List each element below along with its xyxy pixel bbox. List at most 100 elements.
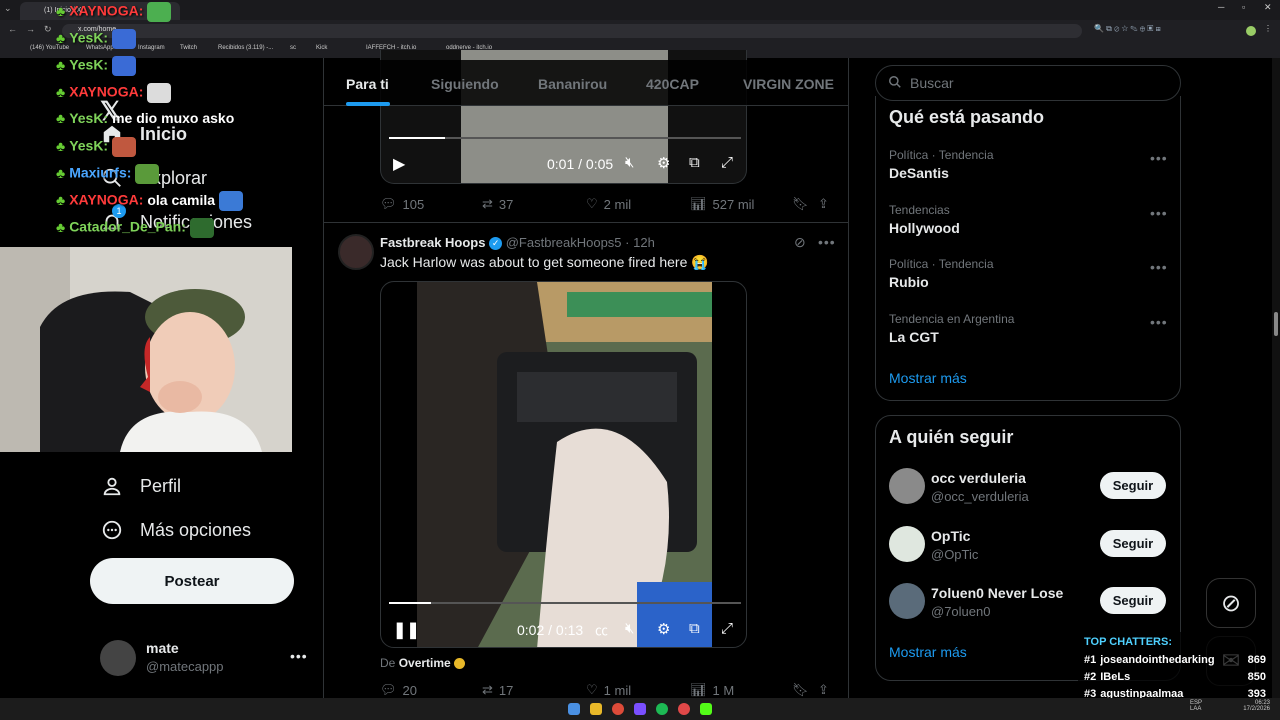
fullscreen-icon[interactable]: ⤢ bbox=[721, 154, 733, 171]
fullscreen-icon[interactable]: ⤢ bbox=[721, 620, 733, 637]
post2-reply[interactable]: 💬︎ 20 bbox=[380, 682, 417, 698]
follow-button[interactable]: Seguir bbox=[1100, 472, 1166, 499]
address-bar[interactable]: x.com/home bbox=[62, 24, 1082, 38]
tab-virgin-zone[interactable]: VIRGIN ZONE bbox=[743, 76, 834, 92]
bookmark-item[interactable]: Recibidos (3.119) -... bbox=[218, 45, 273, 51]
bookmark-icon[interactable]: 🔖︎ bbox=[792, 682, 809, 698]
post1-repost[interactable]: ⇄ 37 bbox=[482, 196, 513, 212]
follow-avatar[interactable] bbox=[889, 583, 925, 619]
post2-video[interactable]: ❚❚ 0:02 / 0:13 ㏄ 🔇︎ ⚙ ⧉ ⤢ bbox=[380, 281, 747, 648]
post2-views[interactable]: 📊︎ 1 M bbox=[690, 682, 734, 698]
minimize-icon[interactable]: ─ bbox=[1218, 2, 1224, 12]
follow-handle[interactable]: @OpTic bbox=[931, 547, 978, 562]
kick-icon[interactable] bbox=[700, 703, 712, 715]
settings-icon[interactable]: ⚙ bbox=[657, 620, 670, 638]
share-icon[interactable]: ⇪ bbox=[818, 196, 829, 212]
pip-icon[interactable]: ⧉ bbox=[689, 154, 700, 171]
post2-author[interactable]: Fastbreak Hoops bbox=[380, 235, 485, 250]
mute-icon[interactable]: 🔇︎ bbox=[625, 620, 634, 637]
trend-name[interactable]: Hollywood bbox=[889, 220, 960, 236]
follow-avatar[interactable] bbox=[889, 525, 925, 562]
play-icon[interactable]: ▶ bbox=[393, 154, 405, 174]
webcam-image bbox=[0, 247, 292, 452]
reply-icon: 💬︎ bbox=[380, 196, 397, 211]
trend-name[interactable]: DeSantis bbox=[889, 165, 949, 181]
post1-reply[interactable]: 💬︎ 105 bbox=[380, 196, 424, 212]
follow-show-more[interactable]: Mostrar más bbox=[889, 644, 967, 660]
trend-name[interactable]: Rubio bbox=[889, 274, 929, 290]
bookmark-icon[interactable]: 🔖︎ bbox=[792, 196, 809, 212]
back-icon[interactable]: ← bbox=[8, 24, 17, 34]
post2-source-link[interactable]: Overtime bbox=[399, 656, 451, 670]
close-icon[interactable]: ✕ bbox=[1264, 2, 1272, 13]
tab-siguiendo[interactable]: Siguiendo bbox=[431, 76, 499, 92]
pip-icon[interactable]: ⧉ bbox=[689, 620, 700, 637]
post2-handle[interactable]: @FastbreakHoops5 bbox=[506, 235, 622, 250]
maximize-icon[interactable]: ▫ bbox=[1242, 2, 1245, 12]
trends-show-more[interactable]: Mostrar más bbox=[889, 370, 967, 386]
file-explorer-icon[interactable] bbox=[590, 703, 602, 715]
follow-handle[interactable]: @7oluen0 bbox=[931, 604, 990, 619]
pause-icon[interactable]: ❚❚ bbox=[393, 620, 420, 640]
tab-420cap[interactable]: 420CAP bbox=[646, 76, 699, 92]
page-scrollbar[interactable] bbox=[1272, 58, 1280, 698]
post2-progress-track[interactable] bbox=[389, 602, 741, 604]
clock[interactable]: 06:23 17/2/2026 bbox=[1240, 700, 1270, 712]
mute-icon[interactable]: 🔇︎ bbox=[625, 154, 634, 171]
trend-more-icon[interactable]: ••• bbox=[1150, 150, 1168, 166]
trend-more-icon[interactable]: ••• bbox=[1150, 205, 1168, 221]
reply-icon: 💬︎ bbox=[380, 682, 397, 697]
nav-more-options[interactable]: Más opciones bbox=[100, 518, 251, 542]
grok-button[interactable]: ⊘ bbox=[1206, 578, 1256, 628]
follow-button[interactable]: Seguir bbox=[1100, 529, 1166, 557]
follow-name[interactable]: OpTic bbox=[931, 528, 970, 544]
share-icon[interactable]: ⇪ bbox=[818, 682, 829, 698]
extension-icons[interactable]: 🔍 ⧉ ⊘ ☆ ✎ ⊕ ▣ ⊞ bbox=[1094, 24, 1161, 34]
tab-bananirou[interactable]: Bananirou bbox=[538, 76, 607, 92]
views-icon: 📊︎ bbox=[690, 682, 707, 697]
reload-icon[interactable]: ↻ bbox=[44, 24, 52, 35]
profile-avatar-icon[interactable] bbox=[1246, 26, 1256, 36]
post2-like[interactable]: ♡ 1 mil bbox=[586, 682, 631, 698]
follow-button[interactable]: Seguir bbox=[1100, 587, 1166, 614]
post1-reply-count: 105 bbox=[402, 196, 425, 212]
post1-progress-track[interactable] bbox=[389, 137, 741, 139]
trend-name[interactable]: La CGT bbox=[889, 329, 939, 345]
browser-menu-icon[interactable]: ⋮ bbox=[1264, 24, 1272, 33]
tab-para-ti[interactable]: Para ti bbox=[346, 76, 389, 92]
bookmark-item[interactable]: Instagram bbox=[138, 45, 165, 51]
spotify-icon[interactable] bbox=[656, 703, 668, 715]
bookmark-item[interactable]: Kick bbox=[316, 45, 327, 51]
chat-username: YesK: bbox=[69, 137, 109, 154]
post1-like[interactable]: ♡ 2 mil bbox=[586, 196, 631, 212]
trend-more-icon[interactable]: ••• bbox=[1150, 314, 1168, 330]
trend-more-icon[interactable]: ••• bbox=[1150, 259, 1168, 275]
account-menu-icon[interactable]: ••• bbox=[290, 648, 308, 664]
follow-avatar[interactable] bbox=[889, 468, 925, 504]
language-indicator[interactable]: ESP LAA bbox=[1190, 700, 1214, 712]
chrome-icon[interactable] bbox=[612, 703, 624, 715]
post-button[interactable]: Postear bbox=[90, 558, 294, 604]
post2-age[interactable]: · 12h bbox=[625, 235, 655, 250]
grok-icon[interactable]: ⊘ bbox=[794, 234, 806, 251]
follow-name[interactable]: 7oluen0 Never Lose bbox=[931, 585, 1063, 601]
post1-views[interactable]: 📊︎ 527 mil bbox=[690, 196, 754, 212]
post2-repost[interactable]: ⇄ 17 bbox=[482, 682, 513, 698]
post2-more-icon[interactable]: ••• bbox=[818, 234, 836, 250]
tab-search-icon[interactable]: ⌄ bbox=[4, 3, 12, 14]
discord-icon[interactable] bbox=[634, 703, 646, 715]
follow-name[interactable]: occ verduleria bbox=[931, 470, 1026, 486]
start-icon[interactable] bbox=[568, 703, 580, 715]
scrollbar-thumb[interactable] bbox=[1274, 312, 1278, 336]
post2-avatar[interactable] bbox=[338, 234, 374, 270]
captions-icon[interactable]: ㏄ bbox=[595, 620, 608, 639]
forward-icon[interactable]: → bbox=[26, 24, 35, 34]
bookmark-item[interactable]: sc bbox=[290, 45, 296, 51]
settings-icon[interactable]: ⚙ bbox=[657, 154, 670, 172]
follow-handle[interactable]: @occ_verduleria bbox=[931, 489, 1029, 504]
bookmark-item[interactable]: Twitch bbox=[180, 45, 197, 51]
account-avatar[interactable] bbox=[100, 640, 136, 676]
obs-icon[interactable] bbox=[678, 703, 690, 715]
post2-video-time: 0:02 / 0:13 bbox=[517, 622, 584, 638]
nav-profile[interactable]: Perfil bbox=[100, 474, 181, 498]
